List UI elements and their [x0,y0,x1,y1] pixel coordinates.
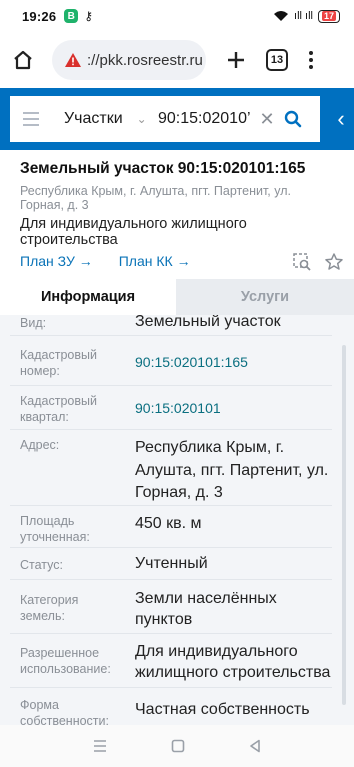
info-label: Категория земель: [20,593,79,623]
system-nav-bar [0,725,354,767]
plan-zu-link[interactable]: План ЗУ → [20,253,93,269]
address-bar[interactable]: ://pkk.rosreestr.ru [52,40,206,80]
cadastral-number-link[interactable]: 90:15:020101:165 [135,352,335,373]
row-divider [10,687,332,688]
info-label: Вид: [20,316,47,330]
info-value: Частная собственность [135,701,310,718]
chevron-left-icon: ‹ [337,106,345,131]
tab-info[interactable]: Информация [0,279,176,315]
search-button[interactable] [278,110,308,128]
zoom-to-object-icon[interactable] [292,252,312,272]
home-nav-icon[interactable] [171,739,185,753]
info-label: Статус: [20,558,63,572]
tab-switcher-button[interactable]: 13 [266,49,288,71]
row-divider [10,633,332,634]
recent-apps-icon[interactable] [92,739,108,753]
more-menu-button[interactable] [306,48,316,72]
status-right-group: ıll ıll 17 [273,9,340,23]
parcel-title: Земельный участок 90:15:020101:165 [20,160,306,177]
not-secure-warning-icon[interactable] [64,52,82,68]
new-tab-button[interactable] [224,48,248,72]
info-value: Земельный участок [135,315,281,330]
category-value: Участки [64,110,123,127]
row-divider [10,429,332,430]
info-label: Адрес: [20,438,60,452]
wifi-icon [274,11,289,21]
info-label: Площадь уточненная: [20,514,90,544]
search-box: Участки ⌄ 90:15:02010’ ✕ [10,96,320,142]
info-label: Кадастровый квартал: [20,394,97,424]
plus-icon [228,52,244,68]
tab-services[interactable]: Услуги [176,279,354,315]
cadastral-quarter-link[interactable]: 90:15:020101 [135,398,335,419]
parcel-purpose: Для индивидуального жилищного строительс… [20,216,247,248]
category-select[interactable]: Участки ⌄ [52,110,152,128]
hamburger-menu-button[interactable] [10,96,52,142]
key-icon: ⚷ [84,9,94,23]
plan-kk-link[interactable]: План КК → [119,253,191,269]
row-divider [10,335,332,336]
info-label: Кадастровый номер: [20,348,97,378]
collapse-panel-button[interactable]: ‹ [328,96,354,142]
info-value: Учтенный [135,555,208,572]
chevron-down-icon: ⌄ [136,112,147,126]
signal-icon: ıll ıll [294,10,313,22]
scrollbar[interactable] [342,345,346,705]
row-divider [10,547,332,548]
row-divider [10,385,332,386]
browser-toolbar: ://pkk.rosreestr.ru 13 [0,38,354,82]
row-divider [10,505,332,506]
info-value: Для индивидуального жилищного строительс… [135,643,331,681]
plan-links: План ЗУ → План КК → [20,253,191,269]
favorite-star-icon[interactable] [324,252,344,272]
search-input[interactable]: 90:15:02010’ [152,110,256,128]
parcel-address: Республика Крым, г. Алушта, пгт. Партени… [20,184,291,212]
info-value: Земли населённых пунктов [135,590,277,628]
clear-search-button[interactable]: ✕ [256,109,278,130]
header-actions [292,252,344,272]
info-panel: Вид: Земельный участок Кадастровый номер… [0,315,354,725]
info-value: 450 кв. м [135,515,202,532]
search-icon [284,110,302,128]
row-divider [10,579,332,580]
home-icon [14,50,32,70]
search-panel: Участки ⌄ 90:15:02010’ ✕ ‹ [0,88,354,150]
back-nav-icon[interactable] [248,739,262,753]
notification-app-icon: B [64,9,79,23]
home-button[interactable] [10,47,36,73]
info-label: Форма собственности: [20,698,109,725]
battery-icon: 17 [317,9,340,23]
status-time: 19:26 [22,8,57,24]
battery-level: 17 [321,10,336,21]
status-bar: 19:26 B ⚷ ıll ıll 17 [0,0,354,32]
url-text: ://pkk.rosreestr.ru [87,51,203,69]
info-label: Разрешенное использование: [20,646,111,676]
tab-bar: Информация Услуги [0,279,354,315]
info-value: Республика Крым, г. Алушта, пгт. Партени… [135,439,329,501]
